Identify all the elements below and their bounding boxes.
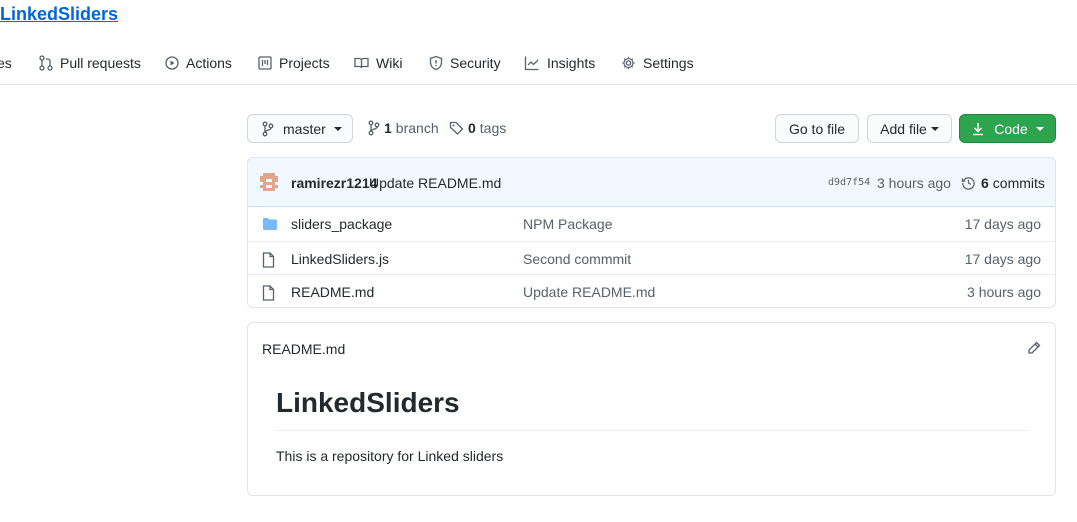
file-name[interactable]: LinkedSliders.js	[291, 251, 389, 267]
file-row[interactable]: README.md Update README.md 3 hours ago	[248, 274, 1055, 307]
nav-tab-actions[interactable]: Actions	[165, 55, 232, 71]
nav-tab-settings[interactable]: Settings	[621, 55, 694, 71]
nav-tab-projects[interactable]: Projects	[258, 55, 330, 71]
git-branch-icon	[262, 121, 274, 136]
chevron-down-icon	[930, 126, 939, 131]
file-row[interactable]: LinkedSliders.js Second commmit 17 days …	[248, 241, 1055, 275]
commit-sha[interactable]: d9d7f54	[828, 177, 870, 188]
tags-count: 0	[468, 120, 476, 136]
file-icon	[262, 252, 275, 268]
commit-time: 3 hours ago	[877, 175, 951, 191]
nav-tab-label: Insights	[547, 55, 596, 71]
nav-tab-wiki[interactable]: Wiki	[354, 55, 402, 71]
shield-icon	[429, 55, 443, 71]
nav-tab-label: Security	[450, 55, 501, 71]
file-commit-message[interactable]: Second commmit	[523, 251, 631, 267]
file-age: 17 days ago	[964, 216, 1041, 232]
latest-commit-bar: ramirezr1214 Update README.md d9d7f54 3 …	[248, 158, 1055, 207]
chevron-down-icon	[1035, 126, 1044, 131]
nav-tab-label: Projects	[279, 55, 330, 71]
file-age: 3 hours ago	[967, 284, 1041, 300]
commit-message[interactable]: Update README.md	[369, 175, 501, 191]
git-branch-icon	[368, 120, 380, 136]
add-file-button[interactable]: Add file	[867, 114, 952, 143]
download-icon	[973, 122, 984, 135]
branch-name: master	[283, 120, 326, 137]
file-age: 17 days ago	[964, 251, 1041, 267]
commits-label: commits	[992, 175, 1045, 191]
branches-label: branch	[395, 120, 439, 136]
branch-select-button[interactable]: master	[247, 114, 353, 143]
readme-panel: README.md LinkedSliders This is a reposi…	[247, 322, 1056, 496]
readme-heading: LinkedSliders	[276, 387, 460, 418]
avatar[interactable]	[260, 173, 278, 191]
graph-icon	[524, 56, 539, 71]
repo-name-link[interactable]: LinkedSliders	[0, 4, 118, 25]
file-commit-message[interactable]: NPM Package	[523, 216, 612, 232]
nav-tab-label: es	[0, 55, 12, 71]
commits-count: 6	[981, 175, 989, 191]
file-name[interactable]: sliders_package	[291, 216, 392, 232]
nav-tab-label: Actions	[186, 55, 232, 71]
nav-tab-issues[interactable]: es	[0, 55, 12, 71]
readme-filename: README.md	[262, 341, 346, 357]
file-list: ramirezr1214 Update README.md d9d7f54 3 …	[247, 157, 1056, 308]
chevron-down-icon	[333, 126, 342, 131]
tag-icon	[449, 121, 464, 135]
gear-icon	[622, 56, 635, 70]
tags-label: tags	[479, 120, 507, 136]
project-icon	[258, 56, 272, 70]
file-row[interactable]: sliders_package NPM Package 17 days ago	[248, 207, 1055, 241]
go-to-file-button[interactable]: Go to file	[775, 114, 859, 143]
readme-divider	[276, 430, 1028, 431]
tags-link[interactable]: 0 tags	[449, 120, 506, 136]
nav-tab-label: Settings	[643, 55, 694, 71]
nav-tab-label: Wiki	[376, 55, 403, 71]
add-file-label: Add file	[880, 120, 927, 137]
go-to-file-label: Go to file	[788, 120, 846, 137]
book-icon	[354, 57, 369, 69]
play-icon	[165, 56, 179, 70]
git-pull-request-icon	[39, 55, 53, 71]
nav-tab-pull-requests[interactable]: Pull requests	[39, 55, 141, 71]
file-icon	[262, 285, 275, 301]
folder-icon	[263, 218, 277, 230]
readme-body: This is a repository for Linked sliders	[276, 448, 504, 464]
commit-author[interactable]: ramirezr1214	[291, 175, 377, 191]
nav-tab-insights[interactable]: Insights	[524, 55, 595, 71]
pencil-icon[interactable]	[1027, 341, 1041, 355]
file-name[interactable]: README.md	[291, 284, 374, 300]
nav-tab-security[interactable]: Security	[429, 55, 501, 71]
nav-tab-label: Pull requests	[60, 55, 141, 71]
commits-link[interactable]: 6 commits	[961, 175, 1045, 191]
code-label: Code	[994, 120, 1028, 137]
code-button[interactable]: Code	[959, 114, 1056, 143]
repo-nav: es Pull requests Actions Projects Wiki S…	[0, 46, 1077, 85]
file-commit-message[interactable]: Update README.md	[523, 284, 655, 300]
branches-count: 1	[384, 120, 392, 136]
branches-link[interactable]: 1 branch	[368, 120, 439, 136]
history-icon	[961, 177, 975, 190]
